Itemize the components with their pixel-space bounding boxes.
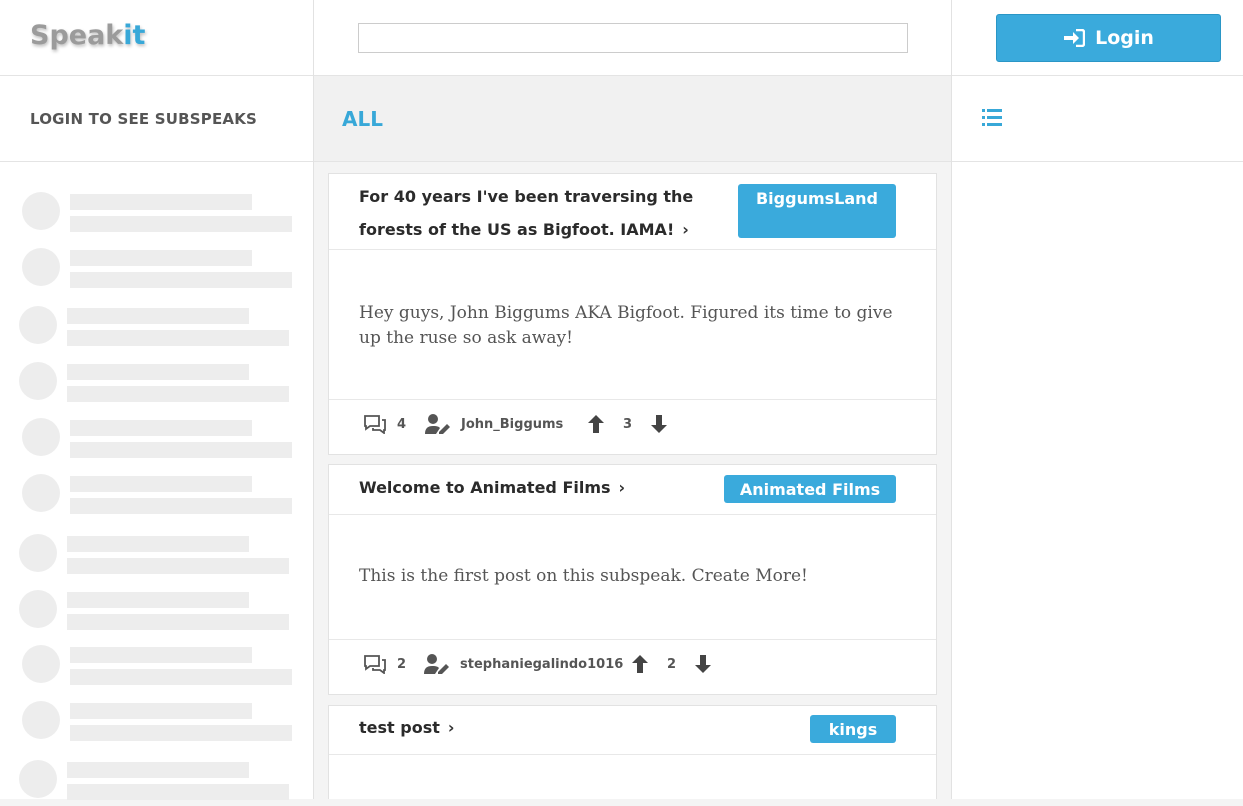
skeleton-item	[22, 192, 302, 238]
chevron-right-icon: ›	[618, 478, 626, 497]
author-name: stephaniegalindo1016	[460, 656, 624, 672]
vote-count: 3	[623, 416, 633, 432]
comments-icon	[364, 415, 386, 434]
downvote-arrow-icon[interactable]	[694, 654, 712, 674]
vote-controls: 2	[631, 654, 712, 674]
column-divider	[951, 0, 952, 799]
post-card: Welcome to Animated Films › Animated Film…	[328, 464, 937, 695]
logo-accent-text: it	[123, 20, 146, 51]
post-title-text: test post	[359, 718, 440, 737]
post-title-text: For 40 years I've been traversing the fo…	[359, 187, 694, 239]
skeleton-item	[19, 362, 299, 408]
post-footer: 2 stephaniegalindo1016 2	[329, 640, 936, 694]
subspeak-tag[interactable]: kings	[810, 715, 896, 743]
chevron-right-icon: ›	[447, 718, 455, 737]
post-body: This is the first post on this subspeak.…	[329, 515, 936, 640]
comments-count[interactable]: 2	[363, 654, 406, 674]
post-footer: 4 John_Biggums 3	[329, 400, 936, 454]
post-card: test post › kings	[328, 705, 937, 799]
feed-tab-bar: ALL	[314, 76, 951, 162]
vote-controls: 3	[587, 414, 668, 434]
right-sidebar	[952, 76, 1243, 799]
post-title-text: Welcome to Animated Films	[359, 478, 611, 497]
skeleton-item	[22, 418, 302, 464]
skeleton-item	[22, 701, 302, 747]
post-author[interactable]: stephaniegalindo1016	[424, 654, 623, 674]
view-toggle-bar	[952, 76, 1243, 162]
comments-count[interactable]: 4	[363, 414, 406, 434]
post-card: For 40 years I've been traversing the fo…	[328, 173, 937, 455]
downvote-arrow-icon[interactable]	[650, 414, 668, 434]
post-body	[329, 755, 936, 800]
post-header: For 40 years I've been traversing the fo…	[329, 174, 936, 250]
comments-count-text: 4	[397, 416, 407, 432]
user-edit-icon	[424, 654, 449, 674]
post-author[interactable]: John_Biggums	[425, 414, 563, 434]
top-header: Speakit Login	[0, 0, 1243, 76]
upvote-arrow-icon[interactable]	[587, 414, 605, 434]
post-body: Hey guys, John Biggums AKA Bigfoot. Figu…	[329, 250, 936, 400]
login-to-see-subspeaks[interactable]: LOGIN TO SEE SUBSPEAKS	[30, 110, 257, 128]
skeleton-item	[19, 590, 299, 636]
post-text: Hey guys, John Biggums AKA Bigfoot. Figu…	[359, 303, 893, 348]
post-title[interactable]: For 40 years I've been traversing the fo…	[359, 180, 729, 246]
comments-icon	[364, 655, 386, 674]
post-text: This is the first post on this subspeak.…	[359, 566, 808, 586]
skeleton-item	[22, 474, 302, 520]
tab-all[interactable]: ALL	[342, 107, 383, 131]
post-title[interactable]: test post ›	[359, 711, 454, 744]
list-view-icon[interactable]	[982, 109, 1002, 126]
chevron-right-icon: ›	[682, 220, 689, 239]
login-button-label: Login	[1095, 27, 1154, 49]
user-edit-icon	[425, 414, 450, 434]
author-name: John_Biggums	[461, 416, 564, 432]
subspeak-tag[interactable]: BiggumsLand	[738, 184, 896, 238]
skeleton-item	[19, 534, 299, 580]
column-divider	[313, 0, 314, 799]
app-logo[interactable]: Speakit	[30, 20, 145, 51]
login-button[interactable]: Login	[996, 14, 1221, 62]
post-title[interactable]: Welcome to Animated Films ›	[359, 471, 625, 504]
subspeaks-header: LOGIN TO SEE SUBSPEAKS	[0, 76, 313, 162]
skeleton-item	[22, 645, 302, 691]
search-input[interactable]	[358, 23, 908, 53]
skeleton-item	[19, 306, 299, 352]
vote-count: 2	[667, 656, 677, 672]
sign-in-icon	[1064, 29, 1086, 47]
logo-main-text: Speak	[30, 20, 124, 51]
subspeak-tag[interactable]: Animated Films	[724, 475, 896, 503]
comments-count-text: 2	[397, 656, 407, 672]
skeleton-item	[19, 760, 299, 806]
post-header: Welcome to Animated Films › Animated Film…	[329, 465, 936, 515]
left-sidebar	[0, 76, 313, 800]
skeleton-item	[22, 248, 302, 294]
post-header: test post › kings	[329, 706, 936, 755]
upvote-arrow-icon[interactable]	[631, 654, 649, 674]
